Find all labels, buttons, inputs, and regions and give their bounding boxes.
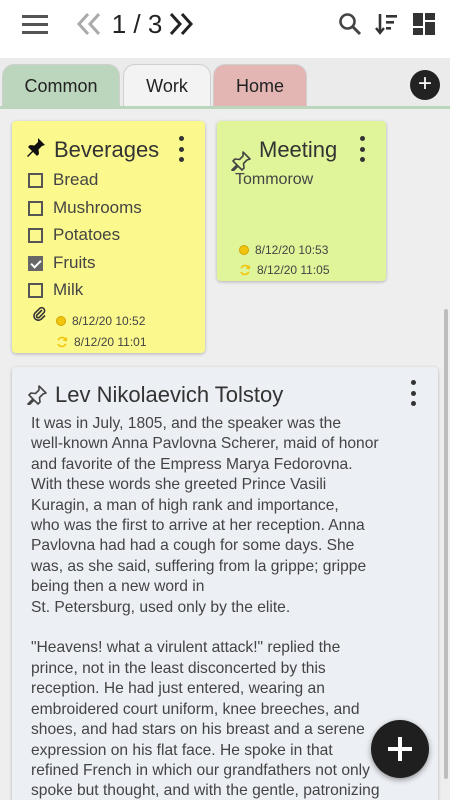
page-indicator: 1 / 3 (111, 9, 163, 39)
note-title: Beverages (54, 137, 160, 162)
search-icon[interactable] (336, 10, 364, 38)
checkbox[interactable] (28, 172, 43, 188)
created-dot-icon (239, 245, 249, 255)
checklist-item-label: Potatoes (53, 225, 121, 244)
modified-date-text: 8/12/20 11:05 (257, 263, 330, 277)
sort-icon[interactable] (372, 10, 400, 38)
add-tab-button[interactable]: + (410, 70, 440, 100)
note-card-meeting[interactable]: Meeting Tommorow 8/12/20 10:53 8/12/20 1… (217, 121, 386, 281)
created-date: 8/12/20 10:53 (239, 243, 328, 257)
modified-date-text: 8/12/20 11:01 (74, 335, 147, 349)
checkbox[interactable] (28, 200, 43, 216)
checklist-item[interactable]: Potatoes (28, 224, 120, 246)
created-date-text: 8/12/20 10:52 (72, 314, 146, 328)
scrollbar[interactable] (444, 309, 448, 779)
modified-date: 8/12/20 11:05 (239, 263, 330, 277)
note-card-beverages[interactable]: Beverages Bread Mushrooms Potatoes Fruit… (12, 121, 205, 353)
pin-outline-icon[interactable] (231, 151, 251, 172)
menu-icon[interactable] (20, 10, 50, 38)
plus-icon (388, 737, 412, 761)
add-note-button[interactable] (371, 720, 429, 778)
more-options-icon[interactable] (177, 136, 185, 162)
checkbox-checked[interactable] (28, 255, 43, 271)
checklist-item-label: Milk (53, 280, 84, 299)
more-options-icon[interactable] (358, 136, 366, 162)
app-toolbar: 1 / 3 (0, 0, 450, 58)
checklist-item-label: Bread (53, 170, 99, 189)
pin-outline-icon[interactable] (27, 385, 47, 406)
created-date-text: 8/12/20 10:53 (255, 243, 329, 257)
note-title: Lev Nikolaevich Tolstoy (55, 382, 284, 407)
tab-home[interactable]: Home (213, 64, 307, 108)
modified-date: 8/12/20 11:01 (56, 335, 147, 349)
checklist-item[interactable]: Fruits (28, 252, 96, 274)
double-chevron-right-icon[interactable] (166, 10, 196, 38)
pin-filled-icon[interactable] (26, 137, 46, 157)
tab-common[interactable]: Common (2, 64, 120, 108)
checklist-item[interactable]: Mushrooms (28, 197, 142, 219)
layout-icon[interactable] (410, 10, 438, 38)
sync-icon (240, 264, 251, 276)
sync-icon (57, 336, 68, 348)
note-title: Meeting (259, 137, 338, 162)
checkbox[interactable] (28, 282, 43, 298)
note-text: It was in July, 1805, and the speaker wa… (31, 415, 380, 800)
checklist-item[interactable]: Bread (28, 169, 98, 191)
tab-bar: Common Work Home (0, 58, 450, 110)
checklist-item-label: Mushrooms (53, 198, 142, 217)
notes-grid[interactable]: Beverages Bread Mushrooms Potatoes Fruit… (0, 109, 450, 800)
attachment-icon (32, 305, 46, 322)
created-date: 8/12/20 10:52 (56, 314, 145, 328)
more-options-icon[interactable] (409, 380, 417, 406)
checkbox[interactable] (28, 227, 43, 243)
note-text: Tommorow (235, 171, 314, 188)
tab-work[interactable]: Work (123, 64, 211, 108)
checklist-item[interactable]: Milk (28, 279, 83, 301)
checklist-item-label: Fruits (53, 253, 96, 272)
double-chevron-left-icon[interactable] (74, 10, 104, 38)
created-dot-icon (56, 316, 66, 326)
